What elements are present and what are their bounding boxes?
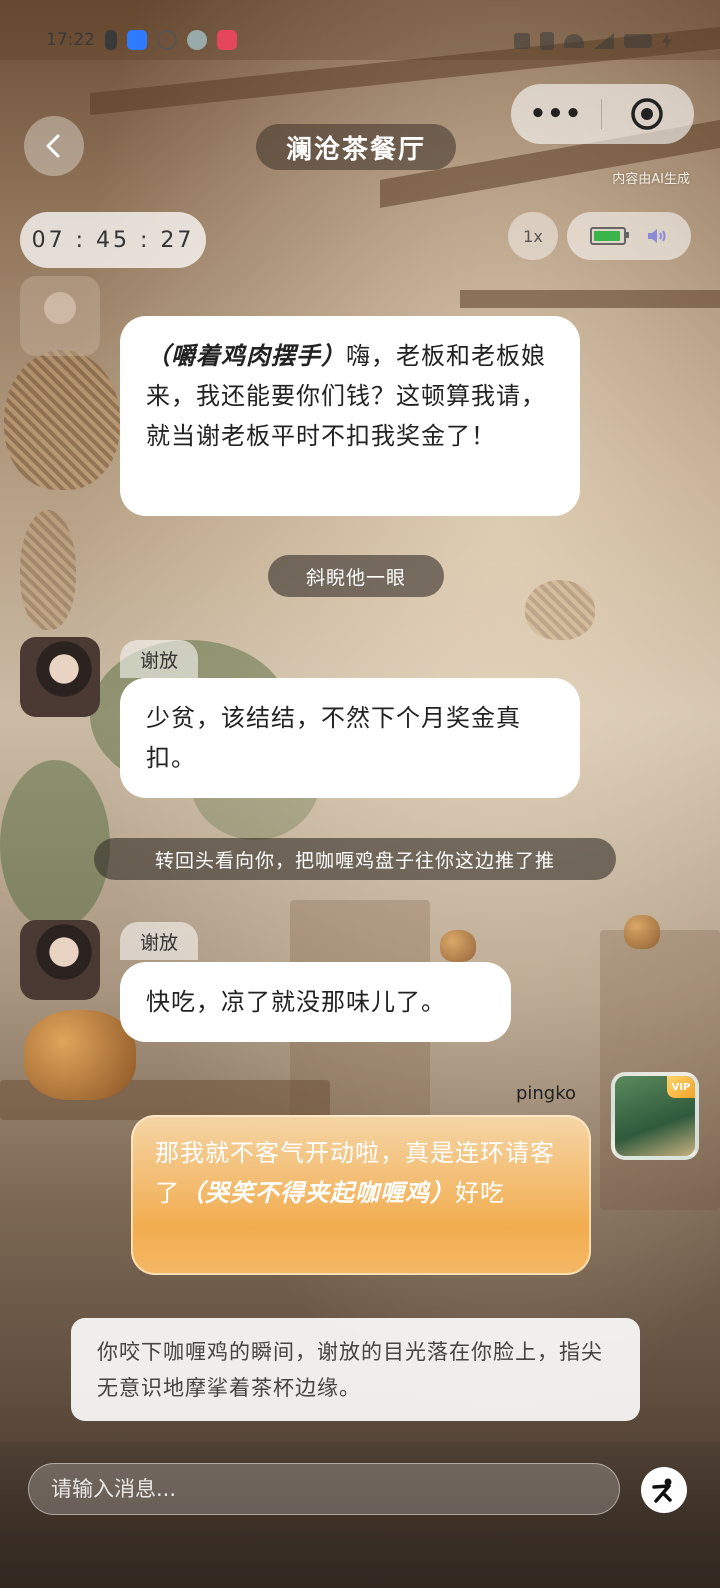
user-name: pingko (515, 1083, 576, 1104)
notification-app-icon (127, 30, 147, 50)
user-avatar[interactable]: VIP (611, 1072, 699, 1160)
narration-chip: 转回头看向你，把咖喱鸡盘子往你这边推了推 (94, 838, 616, 880)
user-message-bubble: 那我就不客气开动啦，真是连环请客了（哭笑不得夹起咖喱鸡）好吃 (131, 1115, 591, 1275)
system-indicators (514, 32, 672, 50)
charging-icon (662, 33, 672, 49)
nfc-icon (514, 33, 530, 49)
message-bubble: 少贫，该结结，不然下个月奖金真扣。 (120, 678, 580, 798)
status-bar: 17:22 (46, 30, 237, 50)
message-action-text: （嚼着鸡肉摆手） (146, 342, 346, 370)
message-bubble: 快吃，凉了就没那味儿了。 (120, 962, 511, 1042)
more-menu-button[interactable]: ••• (511, 99, 601, 129)
game-notification-icon (217, 30, 237, 50)
speed-button[interactable]: 1x (508, 212, 558, 260)
ai-generated-note: 内容由AI生成 (612, 172, 690, 187)
wifi-icon (564, 34, 584, 48)
sender-name: 谢放 (120, 640, 199, 678)
user-message-text-end: 好吃 (455, 1179, 505, 1207)
avatar[interactable] (20, 920, 100, 1000)
camera-notification-icon (157, 30, 177, 50)
battery-icon (590, 227, 629, 245)
app-notification-icon (105, 30, 117, 50)
narration-chip: 斜睨他一眼 (268, 555, 444, 597)
speaker-icon (648, 229, 666, 243)
status-time: 17:22 (46, 30, 95, 50)
vibrate-icon (540, 32, 554, 50)
message-text: 少贫，该结结，不然下个月奖金真扣。 (146, 704, 521, 772)
message-text: 快吃，凉了就没那味儿了。 (146, 988, 446, 1016)
signal-icon (594, 33, 614, 49)
back-button[interactable] (24, 116, 84, 176)
sender-name: 谢放 (120, 922, 199, 960)
page-title: 澜沧茶餐厅 (256, 124, 456, 170)
avatar[interactable] (20, 276, 100, 356)
message-text: （嚼着鸡肉摆手）嗨，老板和老板娘来，我还能要你们钱？这顿算我请，就当谢老板平时不… (146, 336, 554, 456)
battery-status-icon (624, 34, 652, 48)
vip-badge: VIP (667, 1076, 695, 1098)
message-bubble: （嚼着鸡肉摆手）嗨，老板和老板娘来，我还能要你们钱？这顿算我请，就当谢老板平时不… (120, 316, 580, 516)
chevron-left-icon (46, 134, 60, 158)
audio-controls[interactable] (567, 212, 691, 260)
scene-description: 你咬下咖喱鸡的瞬间，谢放的目光落在你脸上，指尖无意识地摩挲着茶杯边缘。 (71, 1318, 640, 1421)
message-input[interactable] (28, 1463, 620, 1515)
person-action-icon (652, 1478, 672, 1503)
chat-notification-icon (187, 30, 207, 50)
target-icon (631, 98, 663, 130)
user-message-action: （哭笑不得夹起咖喱鸡） (180, 1179, 455, 1207)
mini-program-capsule: ••• (511, 84, 694, 144)
avatar[interactable] (20, 637, 100, 717)
close-button[interactable] (602, 96, 692, 132)
call-timer: 07 : 45 : 27 (20, 212, 206, 268)
action-button[interactable] (641, 1467, 687, 1513)
